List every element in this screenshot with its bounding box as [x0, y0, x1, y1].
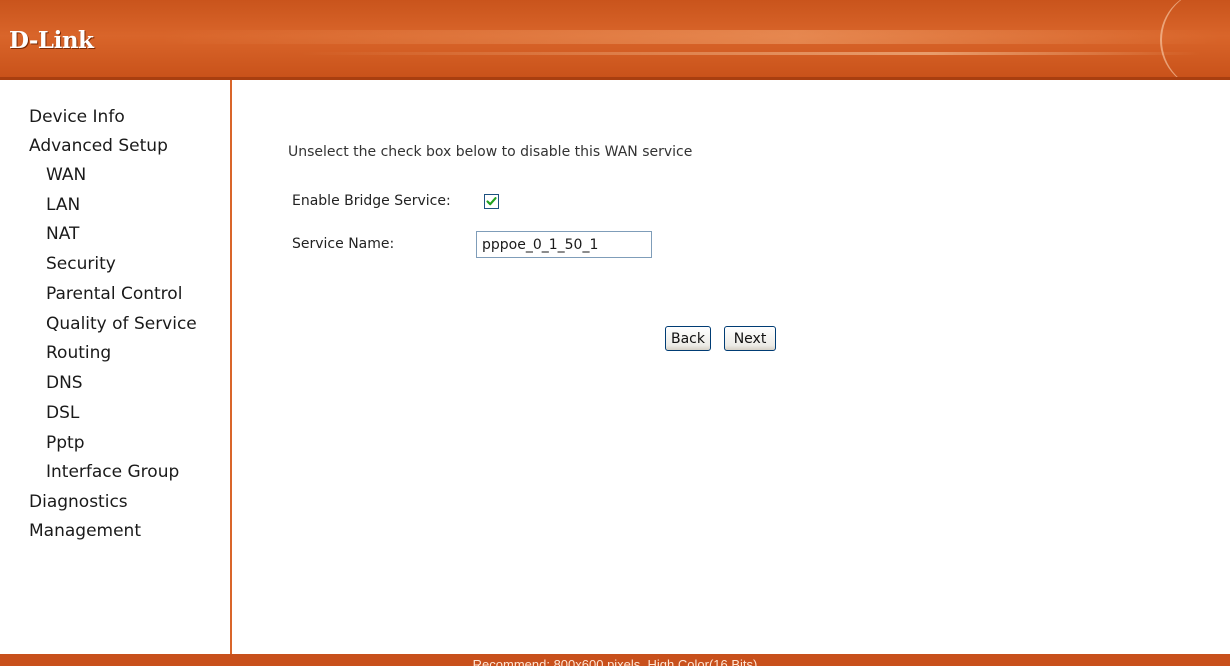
main-content: Unselect the check box below to disable … — [234, 80, 1230, 654]
checkmark-icon — [486, 197, 497, 206]
footer-bar: Recommend: 800x600 pixels, High Color(16… — [0, 654, 1230, 666]
enable-bridge-checkbox[interactable] — [484, 194, 499, 209]
sidebar-item-interface-group[interactable]: Interface Group — [46, 461, 179, 483]
back-button[interactable]: Back — [665, 326, 711, 351]
enable-bridge-label: Enable Bridge Service: — [292, 193, 451, 209]
header-decoration-stripe — [160, 30, 1220, 44]
sidebar-item-quality-of-service[interactable]: Quality of Service — [46, 313, 197, 335]
sidebar-item-parental-control[interactable]: Parental Control — [46, 283, 182, 305]
header-decoration-line — [300, 52, 1200, 55]
service-name-label: Service Name: — [292, 236, 395, 252]
sidebar-item-routing[interactable]: Routing — [46, 342, 111, 364]
sidebar-item-security[interactable]: Security — [46, 253, 116, 275]
sidebar-item-management[interactable]: Management — [29, 520, 141, 542]
sidebar-nav: Device Info Advanced Setup WAN LAN NAT S… — [0, 80, 232, 654]
sidebar-item-diagnostics[interactable]: Diagnostics — [29, 491, 128, 513]
sidebar-item-dsl[interactable]: DSL — [46, 402, 79, 424]
service-name-input[interactable] — [476, 231, 652, 258]
sidebar-item-advanced-setup[interactable]: Advanced Setup — [29, 135, 168, 157]
sidebar-item-nat[interactable]: NAT — [46, 223, 79, 245]
sidebar-item-wan[interactable]: WAN — [46, 164, 86, 186]
sidebar-item-pptp[interactable]: Pptp — [46, 432, 85, 454]
sidebar-item-lan[interactable]: LAN — [46, 194, 80, 216]
footer-recommendation-text: Recommend: 800x600 pixels, High Color(16… — [472, 657, 758, 666]
instruction-text: Unselect the check box below to disable … — [288, 144, 693, 160]
sidebar-item-dns[interactable]: DNS — [46, 372, 83, 394]
header-decoration-swoosh — [1160, 0, 1230, 80]
sidebar-item-device-info[interactable]: Device Info — [29, 106, 125, 128]
dlink-logo: D-Link — [9, 27, 94, 54]
header-banner: D-Link — [0, 0, 1230, 80]
next-button[interactable]: Next — [724, 326, 776, 351]
